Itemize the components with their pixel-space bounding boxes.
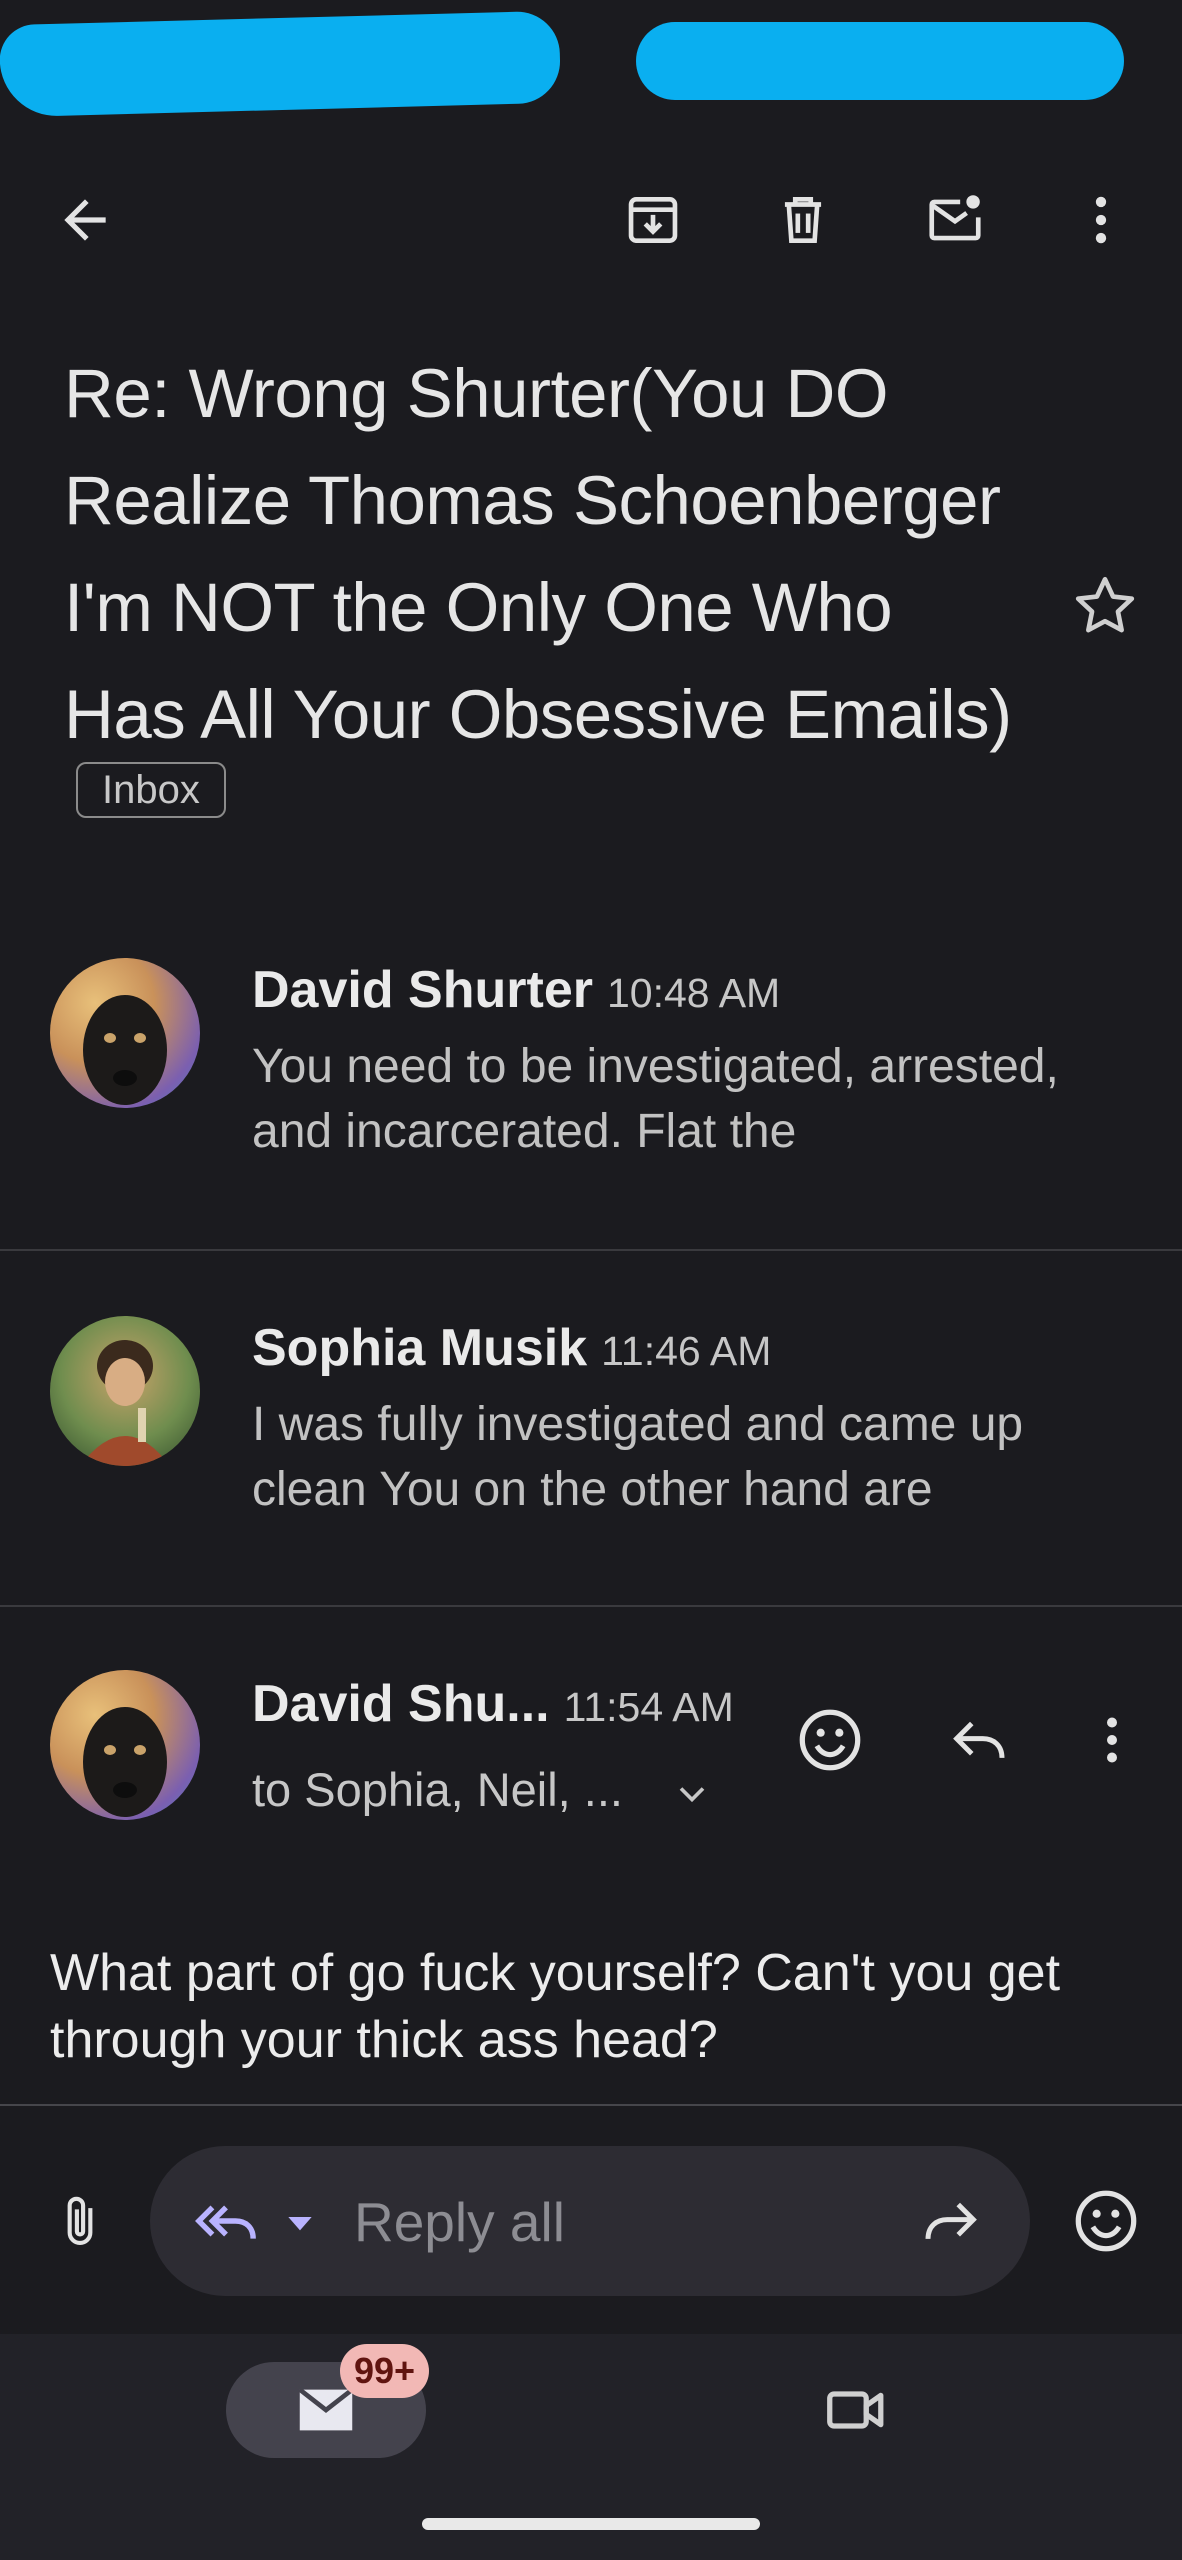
- message-time: 10:48 AM: [606, 970, 781, 1016]
- attach-button[interactable]: [30, 2166, 130, 2276]
- sender-name: Sophia Musik: [252, 1319, 588, 1377]
- forward-button[interactable]: [910, 2184, 990, 2258]
- message-time: 11:46 AM: [601, 1328, 772, 1374]
- archive-button[interactable]: [608, 170, 698, 270]
- message-sender-line: David Shu... 11:54 AM: [252, 1674, 734, 1734]
- portrait-avatar-image: [80, 1340, 170, 1466]
- message-body: What part of go fuck yourself? Can't you…: [50, 1944, 1061, 2069]
- emoji-icon: [799, 1709, 861, 1771]
- mark-unread-button[interactable]: [910, 170, 1000, 270]
- back-button[interactable]: [40, 170, 130, 270]
- divider: [0, 2104, 1182, 2106]
- status-bar: [0, 0, 1182, 130]
- divider: [0, 1605, 1182, 1607]
- sender-name: David Shu...: [252, 1675, 550, 1733]
- star-icon[interactable]: [1068, 570, 1142, 644]
- thread-toolbar: [0, 170, 1182, 270]
- recipients-text: to Sophia, Neil, ...: [252, 1763, 623, 1816]
- attachment-icon: [67, 2196, 93, 2245]
- forward-icon: [925, 2202, 977, 2240]
- nav-meet-tab[interactable]: [806, 2362, 906, 2458]
- thread-subject: Re: Wrong Shurter(You DO Realize Thomas …: [64, 355, 1012, 753]
- message-collapsed[interactable]: Sophia Musik 11:46 AM I was fully investi…: [0, 1288, 1182, 1608]
- message-sender-line: David Shurter 10:48 AM: [252, 960, 780, 1020]
- message-snippet: I was fully investigated and came up cle…: [252, 1398, 1024, 1516]
- message-snippet: You need to be investigated, arrested, a…: [252, 1040, 1059, 1158]
- redaction-mark: [636, 22, 1124, 100]
- home-indicator[interactable]: [422, 2518, 760, 2530]
- bottom-navigation: 99+: [0, 2334, 1182, 2560]
- divider: [0, 1249, 1182, 1251]
- reply-composer-bar: Reply all: [0, 2110, 1182, 2330]
- archive-icon: [628, 197, 678, 243]
- dog-avatar-image: [83, 995, 167, 1105]
- message-collapsed[interactable]: David Shurter 10:48 AM You need to be inv…: [0, 930, 1182, 1250]
- message-sender-line: Sophia Musik 11:46 AM: [252, 1318, 771, 1378]
- more-vert-icon: [1095, 196, 1107, 244]
- reply-all-field[interactable]: Reply all: [150, 2146, 1030, 2296]
- arrow-back-icon: [64, 199, 106, 241]
- message-time: 11:54 AM: [563, 1684, 734, 1730]
- more-options-button[interactable]: [1056, 170, 1146, 270]
- caret-down-icon[interactable]: [280, 2202, 320, 2242]
- reply-button[interactable]: [930, 1690, 1030, 1790]
- avatar: [50, 1316, 200, 1466]
- video-camera-icon: [827, 2391, 884, 2429]
- emoji-icon: [1075, 2190, 1137, 2252]
- more-vert-icon: [1107, 1717, 1117, 1763]
- redaction-mark: [0, 10, 562, 118]
- thread-subject-block: Re: Wrong Shurter(You DO Realize Thomas …: [64, 340, 1024, 824]
- add-reaction-button[interactable]: [780, 1690, 880, 1790]
- chevron-down-icon: [679, 1786, 705, 1802]
- unread-count-badge: 99+: [340, 2344, 430, 2398]
- mark-unread-icon: [929, 195, 981, 241]
- message-more-button[interactable]: [1070, 1690, 1154, 1790]
- recipients-toggle[interactable]: to Sophia, Neil, ...: [252, 1762, 714, 1817]
- reply-all-icon: [195, 2205, 256, 2239]
- reply-all-placeholder: Reply all: [354, 2191, 565, 2253]
- sender-name: David Shurter: [252, 961, 593, 1019]
- delete-button[interactable]: [758, 170, 848, 270]
- inbox-label-chip[interactable]: Inbox: [76, 762, 226, 818]
- reply-icon: [953, 1721, 1005, 1759]
- reply-type-button[interactable]: [186, 2184, 266, 2258]
- dog-avatar-image: [83, 1707, 167, 1817]
- avatar: [50, 1670, 200, 1820]
- avatar: [50, 958, 200, 1108]
- composer-emoji-button[interactable]: [1056, 2166, 1156, 2276]
- trash-icon: [784, 197, 822, 243]
